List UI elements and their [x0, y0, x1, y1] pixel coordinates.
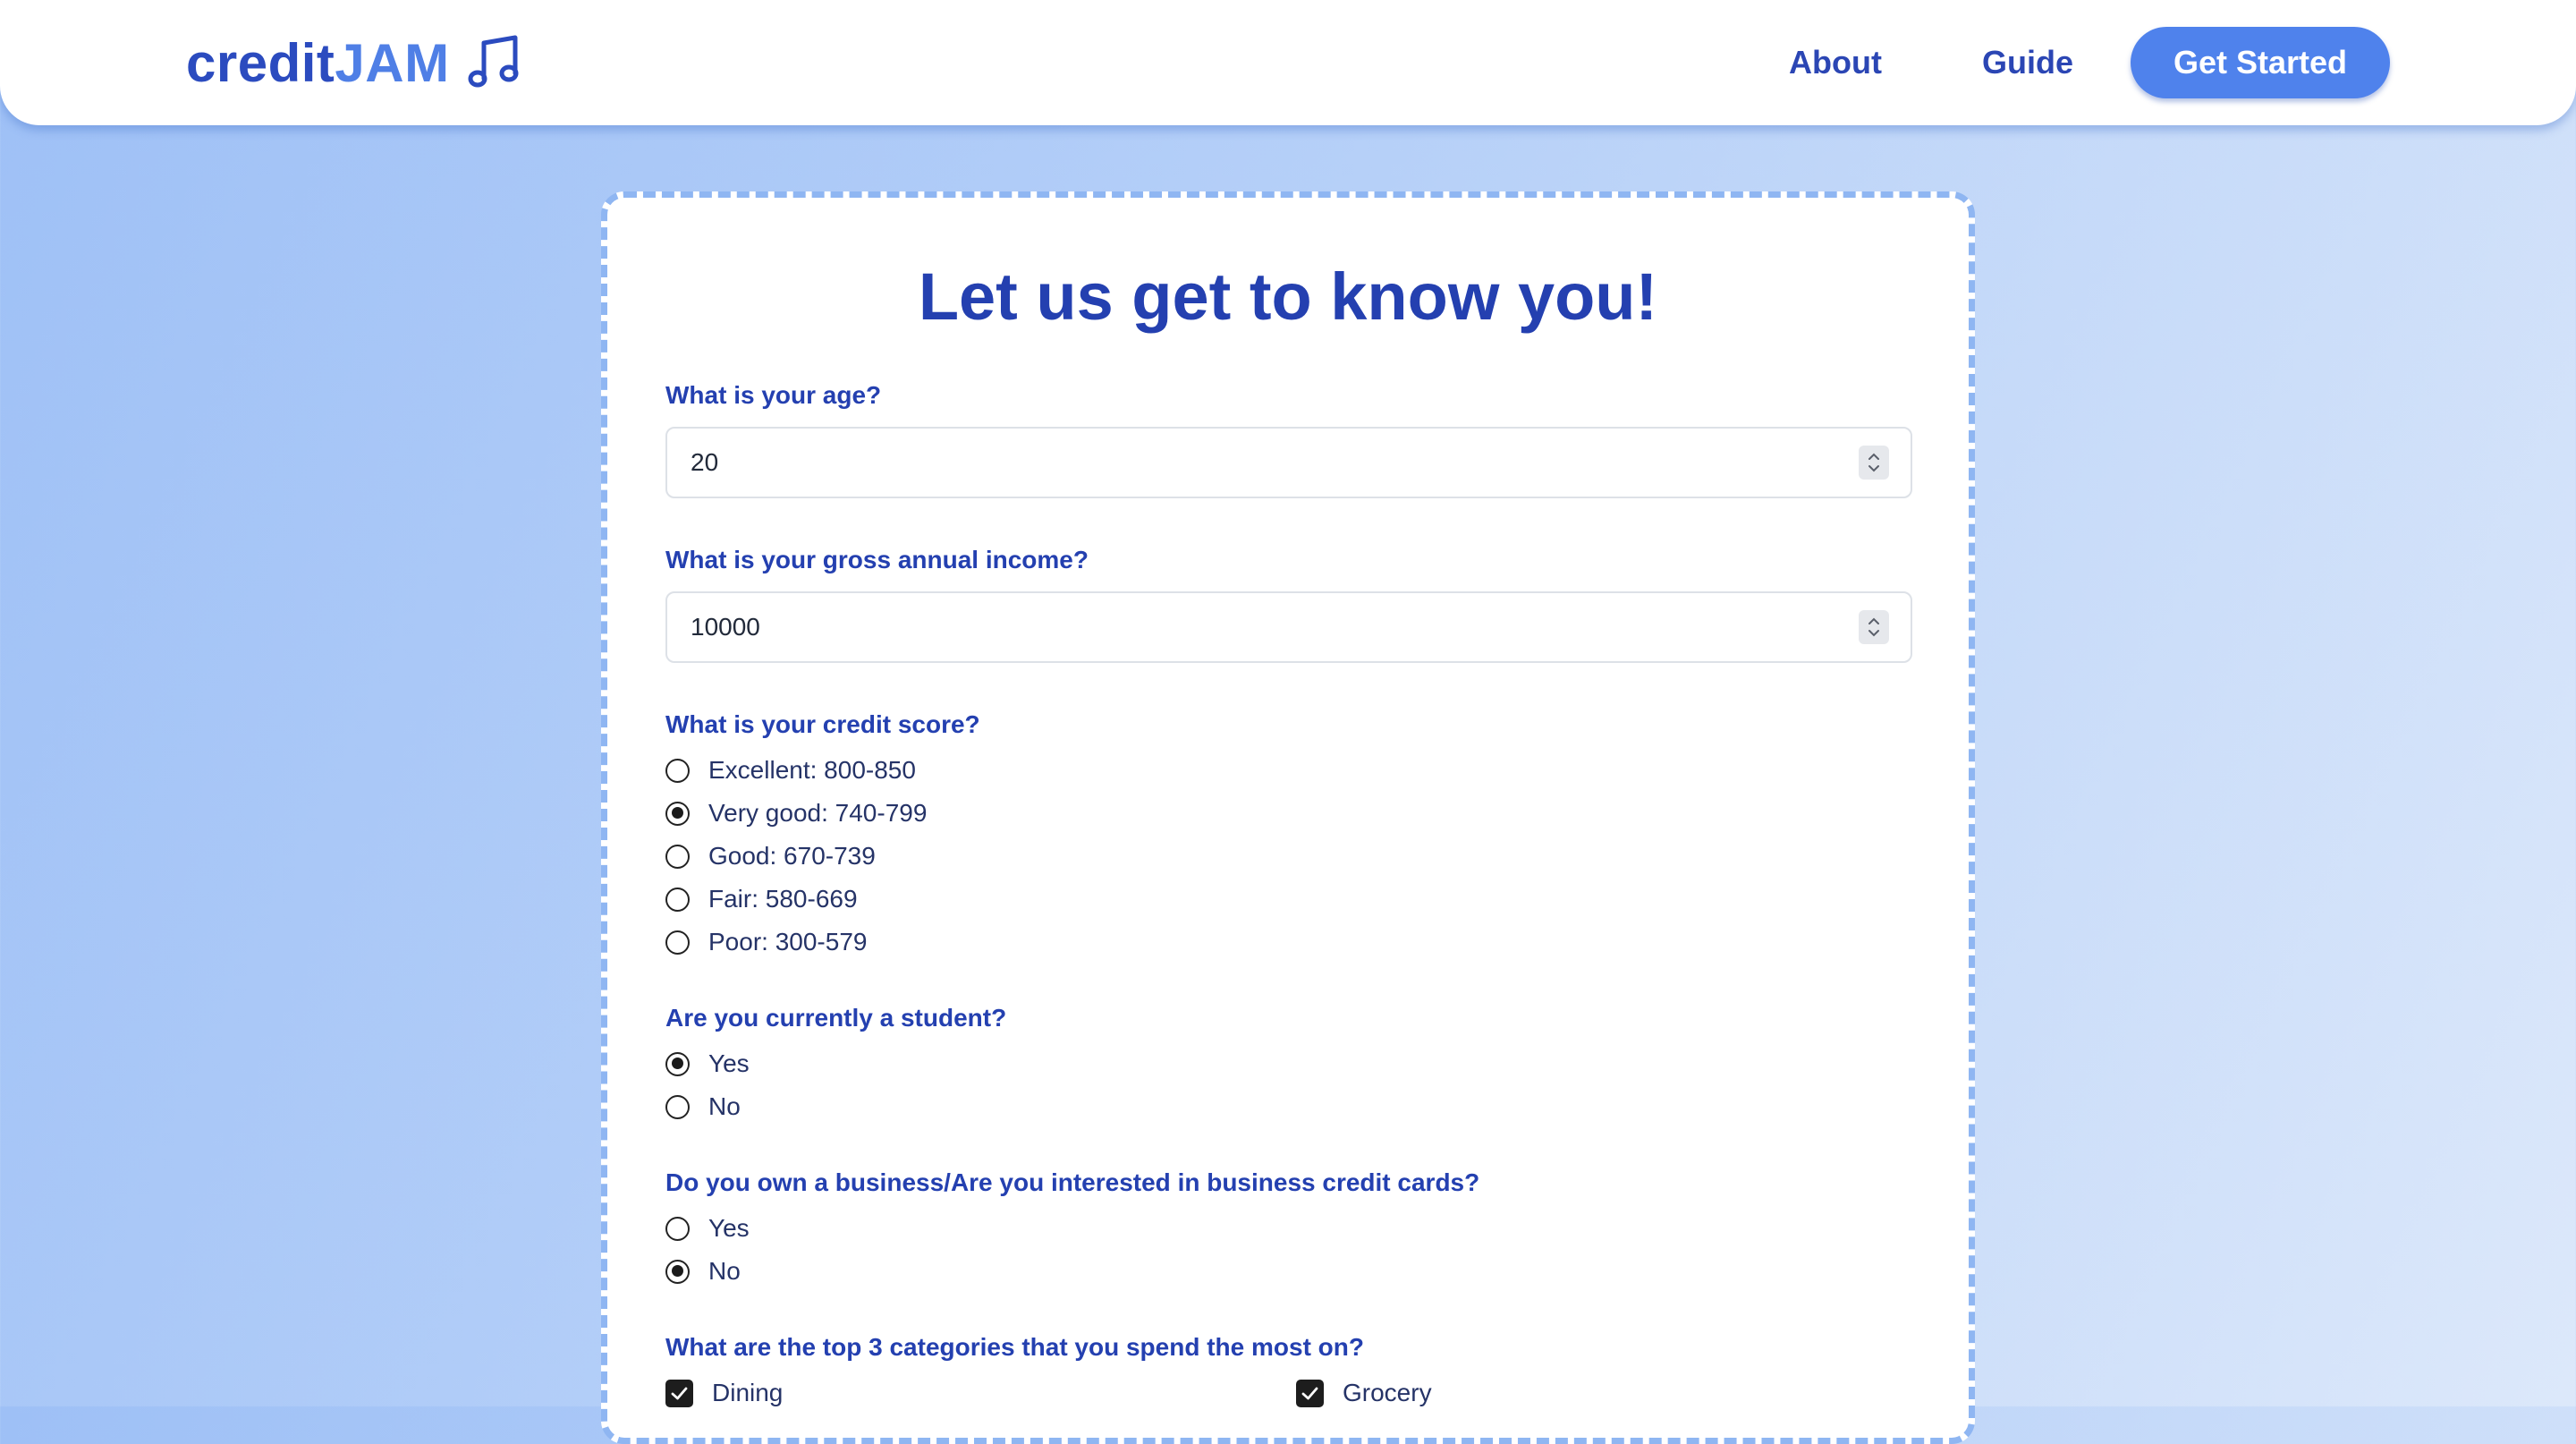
income-stepper[interactable]	[1859, 610, 1889, 644]
income-question-label: What is your gross annual income?	[665, 546, 1089, 573]
credit-score-option-fair[interactable]: Fair: 580-669	[665, 883, 858, 915]
student-option-yes[interactable]: Yes	[665, 1048, 750, 1080]
option-label: Good: 670-739	[708, 842, 876, 870]
income-value: 10000	[691, 613, 760, 641]
form-title: Let us get to know you!	[918, 259, 1658, 334]
checkbox-checked[interactable]	[665, 1379, 693, 1407]
option-label: Excellent: 800-850	[708, 756, 916, 784]
age-input[interactable]: 20	[665, 427, 1912, 498]
radio-button-selected[interactable]	[665, 801, 690, 826]
option-label: Grocery	[1343, 1379, 1432, 1406]
radio-button-selected[interactable]	[665, 1259, 690, 1284]
student-option-no[interactable]: No	[665, 1091, 741, 1123]
checkmark-icon	[1301, 1387, 1318, 1399]
category-option-dining[interactable]: Dining	[665, 1377, 783, 1409]
category-option-grocery[interactable]: Grocery	[1296, 1377, 1432, 1409]
option-label: Yes	[708, 1214, 750, 1242]
nav-link-about[interactable]: About	[1789, 39, 1882, 86]
checkmark-icon	[671, 1387, 688, 1399]
radio-button[interactable]	[665, 930, 690, 955]
option-label: No	[708, 1092, 741, 1120]
logo[interactable]: credit JAM	[186, 29, 521, 97]
stepper-chevrons-icon	[1868, 617, 1879, 637]
categories-question-label: What are the top 3 categories that you s…	[665, 1333, 1364, 1361]
business-option-no[interactable]: No	[665, 1255, 741, 1287]
radio-button[interactable]	[665, 887, 690, 912]
logo-text-jam: JAM	[335, 32, 450, 93]
profile-form-card: Let us get to know you! What is your age…	[601, 191, 1975, 1444]
option-label: Dining	[712, 1379, 784, 1406]
option-label: Poor: 300-579	[708, 928, 868, 956]
credit-score-option-poor[interactable]: Poor: 300-579	[665, 926, 867, 958]
option-label: Yes	[708, 1049, 750, 1077]
radio-button[interactable]	[665, 844, 690, 869]
age-stepper[interactable]	[1859, 446, 1889, 480]
business-question-label: Do you own a business/Are you interested…	[665, 1168, 1480, 1196]
logo-text-credit: credit	[186, 32, 335, 93]
music-note-icon	[468, 35, 519, 88]
credit-score-option-very-good[interactable]: Very good: 740-799	[665, 797, 927, 829]
option-label: Fair: 580-669	[708, 885, 858, 913]
get-started-button[interactable]: Get Started	[2131, 27, 2390, 98]
nav-link-guide[interactable]: Guide	[1982, 39, 2073, 86]
credit-score-question-label: What is your credit score?	[665, 710, 980, 738]
income-input[interactable]: 10000	[665, 591, 1912, 663]
top-navbar: credit JAM About Guide Get Started	[0, 0, 2576, 125]
radio-button[interactable]	[665, 758, 690, 783]
radio-button-selected[interactable]	[665, 1051, 690, 1076]
checkbox-checked[interactable]	[1296, 1379, 1324, 1407]
option-label: Very good: 740-799	[708, 799, 928, 827]
radio-button[interactable]	[665, 1216, 690, 1241]
age-question-label: What is your age?	[665, 381, 882, 409]
business-option-yes[interactable]: Yes	[665, 1212, 750, 1244]
credit-score-option-good[interactable]: Good: 670-739	[665, 840, 876, 872]
student-question-label: Are you currently a student?	[665, 1004, 1007, 1032]
credit-score-option-excellent[interactable]: Excellent: 800-850	[665, 754, 916, 786]
radio-button[interactable]	[665, 1094, 690, 1119]
option-label: No	[708, 1257, 741, 1285]
age-value: 20	[691, 448, 719, 476]
stepper-chevrons-icon	[1868, 453, 1879, 472]
